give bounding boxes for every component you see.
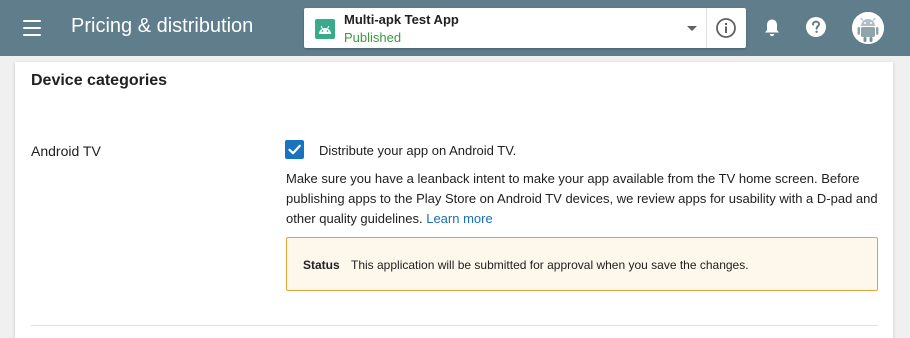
- info-icon[interactable]: [715, 17, 737, 39]
- device-categories-card: Device categories Android TV Distribute …: [15, 62, 893, 338]
- app-name: Multi-apk Test App: [344, 12, 459, 27]
- android-tv-label: Android TV: [31, 143, 101, 159]
- learn-more-link[interactable]: Learn more: [426, 211, 492, 226]
- help-icon[interactable]: [805, 16, 827, 38]
- section-title: Device categories: [31, 72, 168, 89]
- status-message: This application will be submitted for a…: [351, 258, 749, 272]
- android-tv-description: Make sure you have a leanback intent to …: [286, 169, 886, 229]
- page-title: Pricing & distribution: [71, 15, 254, 37]
- menu-icon[interactable]: [18, 16, 48, 40]
- bell-icon[interactable]: [761, 17, 783, 39]
- app-selector[interactable]: Multi-apk Test App Published: [304, 8, 746, 48]
- distribute-tv-checkbox[interactable]: [285, 140, 304, 159]
- distribute-tv-checkbox-label[interactable]: Distribute your app on Android TV.: [319, 143, 516, 158]
- selector-divider: [706, 8, 707, 48]
- section-divider: [31, 325, 878, 326]
- avatar[interactable]: [852, 12, 884, 44]
- status-key: Status: [303, 258, 340, 272]
- status-notice: Status This application will be submitte…: [286, 237, 878, 291]
- description-text: Make sure you have a leanback intent to …: [286, 171, 878, 226]
- app-status: Published: [344, 30, 402, 45]
- chevron-down-icon[interactable]: [682, 22, 702, 36]
- top-app-bar: Pricing & distribution Multi-apk Test Ap…: [0, 0, 910, 56]
- android-app-icon: [315, 19, 335, 39]
